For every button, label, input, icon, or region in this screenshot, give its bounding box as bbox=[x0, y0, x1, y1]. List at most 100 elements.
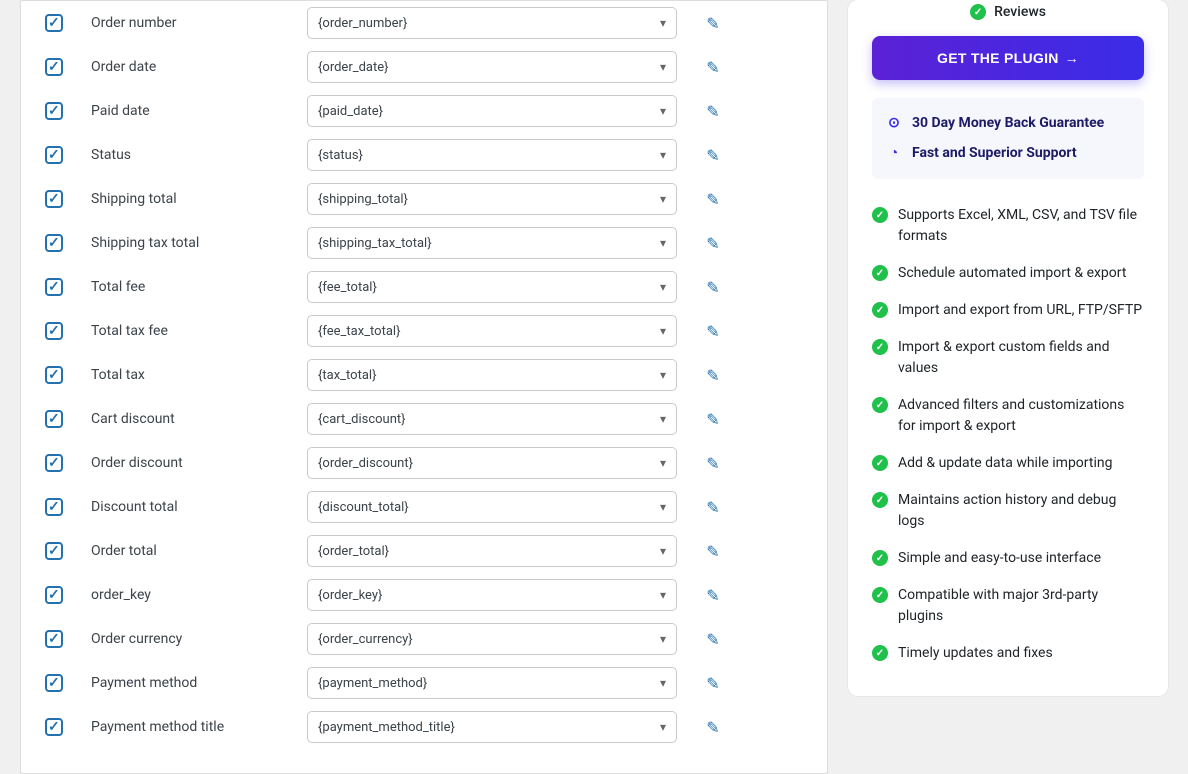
field-checkbox[interactable] bbox=[45, 322, 63, 340]
promo-sidebar: ✓ Reviews GET THE PLUGIN → ⊙30 Day Money… bbox=[848, 0, 1168, 696]
pencil-icon[interactable]: ✎ bbox=[706, 366, 719, 385]
pencil-icon[interactable]: ✎ bbox=[706, 278, 719, 297]
field-select[interactable]: {payment_method}▾ bbox=[307, 667, 677, 699]
field-select[interactable]: {fee_tax_total}▾ bbox=[307, 315, 677, 347]
field-checkbox[interactable] bbox=[45, 630, 63, 648]
field-select[interactable]: {discount_total}▾ bbox=[307, 491, 677, 523]
field-checkbox[interactable] bbox=[45, 674, 63, 692]
check-icon: ✓ bbox=[872, 587, 888, 603]
chevron-down-icon: ▾ bbox=[660, 632, 666, 646]
field-select[interactable]: {order_currency}▾ bbox=[307, 623, 677, 655]
field-checkbox[interactable] bbox=[45, 102, 63, 120]
edit-cell: ✎ bbox=[693, 146, 733, 165]
pencil-icon[interactable]: ✎ bbox=[706, 58, 719, 77]
field-select[interactable]: {shipping_total}▾ bbox=[307, 183, 677, 215]
field-select[interactable]: {tax_total}▾ bbox=[307, 359, 677, 391]
field-checkbox[interactable] bbox=[45, 410, 63, 428]
field-checkbox[interactable] bbox=[45, 146, 63, 164]
field-select[interactable]: {cart_discount}▾ bbox=[307, 403, 677, 435]
field-label: Shipping tax total bbox=[91, 235, 291, 251]
cta-label: GET THE PLUGIN bbox=[937, 50, 1059, 66]
pencil-icon[interactable]: ✎ bbox=[706, 454, 719, 473]
pencil-icon[interactable]: ✎ bbox=[706, 190, 719, 209]
field-checkbox[interactable] bbox=[45, 14, 63, 32]
chevron-down-icon: ▾ bbox=[660, 280, 666, 294]
field-checkbox[interactable] bbox=[45, 542, 63, 560]
field-checkbox[interactable] bbox=[45, 498, 63, 516]
field-select[interactable]: {order_key}▾ bbox=[307, 579, 677, 611]
feature-item: ✓Import & export custom fields and value… bbox=[872, 329, 1144, 387]
select-cell: {fee_total} ▾ bbox=[307, 271, 677, 303]
field-checkbox[interactable] bbox=[45, 454, 63, 472]
check-icon: ✓ bbox=[872, 339, 888, 355]
check-icon: ✓ bbox=[872, 397, 888, 413]
select-cell: {cart_discount}▾ bbox=[307, 403, 677, 435]
feature-text: Schedule automated import & export bbox=[898, 263, 1126, 284]
field-label: order_key bbox=[91, 587, 291, 603]
field-select[interactable]: {payment_method_title}▾ bbox=[307, 711, 677, 743]
pencil-icon[interactable]: ✎ bbox=[706, 542, 719, 561]
pencil-icon[interactable]: ✎ bbox=[706, 674, 719, 693]
field-select[interactable]: {fee_total} ▾ bbox=[307, 271, 677, 303]
chevron-down-icon: ▾ bbox=[660, 456, 666, 470]
chevron-down-icon: ▾ bbox=[660, 192, 666, 206]
field-label: Order discount bbox=[91, 455, 291, 471]
pencil-icon[interactable]: ✎ bbox=[706, 498, 719, 517]
field-checkbox[interactable] bbox=[45, 190, 63, 208]
field-select[interactable]: {status}▾ bbox=[307, 139, 677, 171]
field-checkbox[interactable] bbox=[45, 58, 63, 76]
feature-text: Compatible with major 3rd-party plugins bbox=[898, 585, 1144, 627]
edit-cell: ✎ bbox=[693, 454, 733, 473]
checkbox-cell bbox=[45, 190, 75, 208]
check-icon: ✓ bbox=[872, 265, 888, 281]
edit-cell: ✎ bbox=[693, 586, 733, 605]
feature-text: Advanced filters and customizations for … bbox=[898, 395, 1144, 437]
pencil-icon[interactable]: ✎ bbox=[706, 630, 719, 649]
field-select[interactable]: {shipping_tax_total}▾ bbox=[307, 227, 677, 259]
pencil-icon[interactable]: ✎ bbox=[706, 586, 719, 605]
feature-text: Supports Excel, XML, CSV, and TSV file f… bbox=[898, 205, 1144, 247]
chevron-down-icon: ▾ bbox=[660, 368, 666, 382]
field-label: Total fee bbox=[91, 279, 291, 295]
feature-text: Import and export from URL, FTP/SFTP bbox=[898, 300, 1142, 321]
pencil-icon[interactable]: ✎ bbox=[706, 718, 719, 737]
field-value: {cart_discount} bbox=[318, 412, 406, 427]
reviews-line: ✓ Reviews bbox=[872, 0, 1144, 36]
chevron-down-icon: ▾ bbox=[660, 500, 666, 514]
select-cell: {order_number}▾ bbox=[307, 7, 677, 39]
field-checkbox[interactable] bbox=[45, 278, 63, 296]
field-checkbox[interactable] bbox=[45, 586, 63, 604]
pencil-icon[interactable]: ✎ bbox=[706, 234, 719, 253]
field-value: {shipping_tax_total} bbox=[318, 236, 432, 251]
field-checkbox[interactable] bbox=[45, 366, 63, 384]
pencil-icon[interactable]: ✎ bbox=[706, 410, 719, 429]
pencil-icon[interactable]: ✎ bbox=[706, 14, 719, 33]
field-checkbox[interactable] bbox=[45, 234, 63, 252]
pencil-icon[interactable]: ✎ bbox=[706, 102, 719, 121]
field-select[interactable]: {paid_date}▾ bbox=[307, 95, 677, 127]
field-select[interactable]: {order_date}▾ bbox=[307, 51, 677, 83]
checkbox-cell bbox=[45, 366, 75, 384]
get-plugin-button[interactable]: GET THE PLUGIN → bbox=[872, 36, 1144, 80]
feature-item: ✓ Schedule automated import & export bbox=[872, 255, 1144, 292]
checkbox-cell bbox=[45, 410, 75, 428]
feature-list: ✓ Supports Excel, XML, CSV, and TSV file … bbox=[872, 197, 1144, 672]
select-cell: {payment_method_title}▾ bbox=[307, 711, 677, 743]
checkbox-cell bbox=[45, 278, 75, 296]
field-row: Total fee {fee_total} ▾ ✎ bbox=[45, 265, 803, 309]
field-value: {order_discount} bbox=[318, 456, 413, 471]
field-select[interactable]: {order_total}▾ bbox=[307, 535, 677, 567]
field-select[interactable]: {order_number}▾ bbox=[307, 7, 677, 39]
checkbox-cell bbox=[45, 454, 75, 472]
field-value: {fee_total} bbox=[318, 280, 377, 295]
field-row: Order currency{order_currency}▾✎ bbox=[45, 617, 803, 661]
checkbox-cell bbox=[45, 498, 75, 516]
field-row: Cart discount{cart_discount}▾✎ bbox=[45, 397, 803, 441]
field-label: Total tax bbox=[91, 367, 291, 383]
field-select[interactable]: {order_discount} ▾ bbox=[307, 447, 677, 479]
fields-panel: Order number{order_number}▾✎Order date{o… bbox=[20, 0, 828, 774]
edit-cell: ✎ bbox=[693, 542, 733, 561]
pencil-icon[interactable]: ✎ bbox=[706, 146, 719, 165]
check-icon: ✓ bbox=[970, 4, 986, 20]
pencil-icon[interactable]: ✎ bbox=[706, 322, 719, 341]
